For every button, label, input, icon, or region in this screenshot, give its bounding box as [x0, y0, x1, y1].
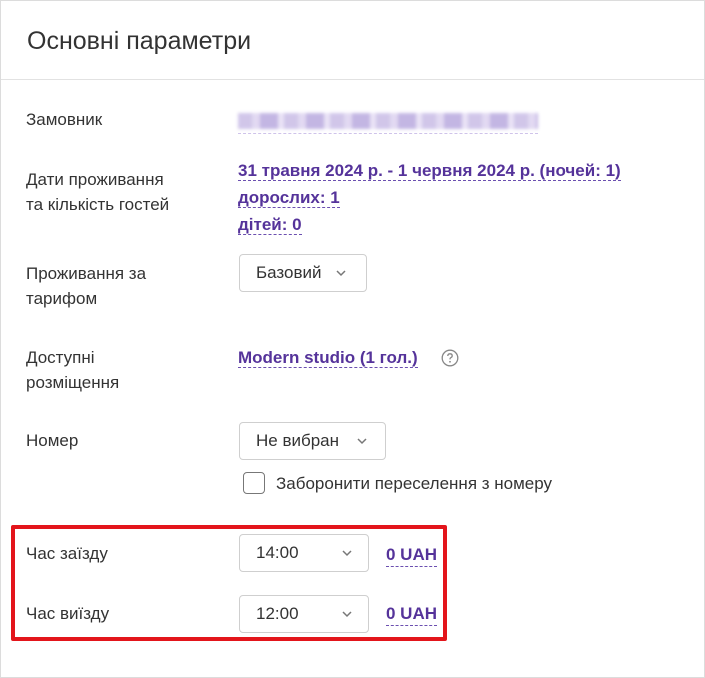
accommodation-value-wrap: Modern studio (1 гол.)	[238, 347, 418, 369]
checkin-time-select[interactable]: 14:00	[239, 534, 369, 572]
checkin-time-value: 14:00	[256, 543, 299, 562]
checkin-label: Час заїзду	[26, 544, 108, 563]
checkout-price-link[interactable]: 0 UAH	[386, 603, 438, 626]
main-parameters-panel: Основні параметри	[0, 0, 705, 678]
room-select-value: Не вибран	[256, 431, 340, 450]
checkin-price-link[interactable]: 0 UAH	[386, 544, 438, 567]
tariff-select[interactable]: Базовий	[239, 254, 367, 292]
forbid-relocation-label: Заборонити переселення з номеру	[276, 474, 553, 493]
room-label: Номер	[26, 431, 79, 450]
panel-title: Основні параметри	[27, 27, 252, 55]
stay-label: Дати проживання та кількість гостей	[26, 170, 170, 214]
stay-dates-link[interactable]: 31 травня 2024 р. - 1 червня 2024 р. (но…	[238, 161, 621, 181]
tariff-label: Проживання за тарифом	[26, 264, 147, 308]
tariff-select-value: Базовий	[256, 263, 322, 282]
checkout-label: Час виїзду	[26, 604, 110, 623]
panel-header: Основні параметри	[1, 1, 704, 80]
chevron-down-icon	[357, 438, 367, 445]
question-circle-icon[interactable]	[441, 349, 459, 367]
checkout-time-value: 12:00	[256, 604, 299, 623]
customer-name-underline	[238, 133, 538, 134]
chevron-down-icon	[342, 550, 352, 557]
stay-values: 31 травня 2024 р. - 1 червня 2024 р. (но…	[238, 160, 621, 241]
chevron-down-icon	[342, 611, 352, 618]
room-select[interactable]: Не вибран	[239, 422, 386, 460]
accommodation-label: Доступні розміщення	[26, 348, 120, 392]
children-count-link[interactable]: дітей: 0	[238, 215, 302, 235]
chevron-down-icon	[336, 270, 346, 277]
customer-name-redacted[interactable]	[238, 113, 538, 129]
adults-count-link[interactable]: дорослих: 1	[238, 188, 340, 208]
accommodation-link[interactable]: Modern studio (1 гол.)	[238, 348, 418, 368]
customer-label: Замовник	[26, 110, 103, 129]
checkout-time-select[interactable]: 12:00	[239, 595, 369, 633]
forbid-relocation-checkbox[interactable]	[243, 472, 265, 494]
